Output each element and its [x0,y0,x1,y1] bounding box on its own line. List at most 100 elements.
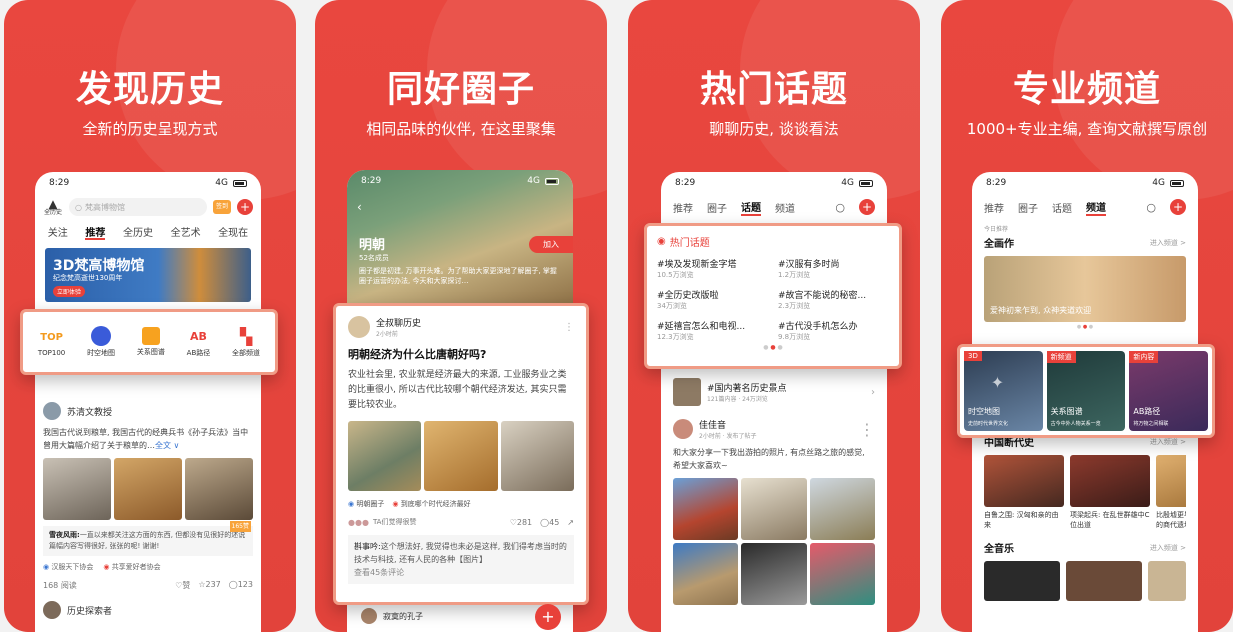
tab-now[interactable]: 全现在 [218,224,248,242]
tab-channels[interactable]: 频道 [1086,199,1106,216]
post-image[interactable] [809,478,875,540]
feature-card-graph[interactable]: 新频道 关系图谱 古今中外人物关系一览 [1046,351,1126,431]
post-image[interactable] [741,478,807,540]
tab-topics[interactable]: 话题 [741,199,761,216]
tab-recommend[interactable]: 推荐 [984,200,1004,215]
checkin-icon[interactable]: 签到 [213,200,231,214]
post-image[interactable] [673,478,739,540]
enter-channel-link[interactable]: 进入频道 > [1150,238,1186,248]
post-author[interactable]: 寂寞的孔子 [383,611,423,622]
share-icon[interactable]: ↗ [567,518,574,527]
post-author[interactable]: 佳佳音 [699,418,757,431]
avatar[interactable] [43,601,61,619]
avatar[interactable] [361,608,377,624]
app-logo[interactable]: ▲ 全历史 [43,198,63,216]
feature-card-abpath[interactable]: 新内容 AB路径 将万物之间相联 [1129,351,1209,431]
search-icon[interactable]: ○ [835,201,845,214]
post-image[interactable] [43,458,111,520]
expand-link[interactable]: 全文 ∨ [155,441,179,450]
banner-button[interactable]: 立即体验 [53,286,86,297]
topic-item[interactable]: #汉服有多时尚 1.2万浏览 [778,257,889,280]
battery-icon [859,179,873,187]
post-image[interactable] [809,543,875,605]
avatar[interactable] [43,402,61,420]
post-author[interactable]: 苏清文教授 [67,405,112,418]
tag-chip[interactable]: ◉ 汉服天下协会 [43,562,93,572]
topic-item[interactable]: #延禧宫怎么和电视... 12.3万浏览 [657,319,768,342]
join-button[interactable]: 加入 [529,236,573,253]
reply-text: 这个想法好, 我觉得也未必是这样, 我们得考虑当时的技术与科技, 还有人民的各种… [354,542,567,564]
tab-topics[interactable]: 话题 [1052,200,1072,215]
post-card[interactable]: 全叔聊历史 2小时前 ⋮ 明朝经济为什么比唐朝好吗? 农业社会里, 农业就是经济最… [333,303,589,605]
compose-button[interactable]: + [535,604,561,630]
shortcut-all[interactable]: ▚ 全部频道 [232,326,260,358]
avatar[interactable] [673,419,693,439]
tag-chip[interactable]: ◉ 共享爱好者协会 [103,562,160,572]
tab-circles[interactable]: 圈子 [1018,200,1038,215]
tab-recommend[interactable]: 推荐 [85,224,106,240]
thumb-image[interactable] [1148,561,1186,601]
tag-chip[interactable]: ◉ 明朝圈子 [348,499,384,509]
enter-channel-link[interactable]: 进入频道 > [1150,437,1186,447]
shortcut-graph[interactable]: 关系图谱 [137,327,165,357]
post-author[interactable]: 历史探索者 [67,604,112,617]
post-image[interactable] [348,421,422,491]
thumb-item[interactable]: 自鲁之围: 汉匈和亲的由来 [984,455,1064,530]
comment-button[interactable]: ◯123 [229,580,253,591]
post-image[interactable] [500,421,574,491]
post-image[interactable] [114,458,182,520]
topic-item[interactable]: #埃及发现新金字塔 10.5万浏览 [657,257,768,280]
network-label: 4G [1152,178,1165,188]
reply-box[interactable]: 斟事吟:这个想法好, 我觉得也未必是这样, 我们得考虑当时的技术与科技, 还有人… [348,535,574,584]
avatar[interactable] [348,316,370,338]
card-subtitle: 史前时代世界文化 [968,421,1009,427]
more-replies-link[interactable]: 查看45条评论 [354,566,568,579]
post-author[interactable]: 全叔聊历史 [376,316,421,329]
topic-item[interactable]: #故宫不能说的秘密... 2.3万浏览 [778,288,889,311]
post-image[interactable] [673,543,739,605]
topic-row[interactable]: #国内著名历史景点 121篇内容 · 24万浏览 › [661,378,887,406]
topic-item[interactable]: #全历史改版啦 34万浏览 [657,288,768,311]
back-icon[interactable]: ‹ [357,200,362,214]
shortcut-map[interactable]: 时空地图 [87,326,115,358]
tab-art[interactable]: 全艺术 [171,224,201,242]
search-icon[interactable]: ○ [1146,201,1156,214]
feature-card-map[interactable]: 3D ✦ 时空地图 史前时代世界文化 [964,351,1043,431]
tab-channels[interactable]: 频道 [775,200,795,215]
post-card[interactable]: 苏清文教授 我国古代说到粮草, 我国古代的经典兵书《孙子兵法》当中曾用大篇幅介绍… [35,402,261,619]
comment-box[interactable]: 雪夜风雨:一直以来都关注这方面的东西, 但都没有见很好的述说篇幅内容写得很好, … [43,521,253,556]
tab-recommend[interactable]: 推荐 [673,200,693,215]
banner-title: 3D梵高博物馆 [53,258,145,274]
liker-avatars[interactable]: ●●● [348,518,369,527]
banner[interactable]: 3D梵高博物馆 纪念梵高逝世130周年 立即体验 [45,248,251,302]
thumb-image[interactable] [984,561,1060,601]
like-button[interactable]: ♡赞 [175,580,190,591]
comment-button[interactable]: ◯45 [540,518,559,527]
thumb-item[interactable]: 项梁起兵: 在乱世群雄中C位出道 [1070,455,1150,530]
panel-subtitle: 相同品味的伙伴, 在这里聚集 [366,120,556,138]
thumb-image[interactable] [1066,561,1142,601]
tab-history[interactable]: 全历史 [123,224,153,242]
post-image[interactable] [424,421,498,491]
post-image[interactable] [185,458,253,520]
hero-image[interactable]: 爱神初来乍到, 众神夹道欢迎 [984,256,1186,322]
like-button[interactable]: ♡281 [510,518,532,527]
tag-chip[interactable]: ◉ 到底哪个时代经济最好 [392,499,470,509]
add-button[interactable]: + [859,199,875,215]
card-subtitle: 将万物之间相联 [1133,421,1169,427]
shortcut-top100[interactable]: TOP TOP100 [38,327,65,357]
more-icon[interactable]: ⋮ [859,420,875,439]
more-icon[interactable]: ⋮ [564,322,574,333]
post-image[interactable] [741,543,807,605]
topic-item[interactable]: #古代没手机怎么办 9.8万浏览 [778,319,889,342]
add-button[interactable]: + [1170,199,1186,215]
shortcut-abpath[interactable]: AB AB路径 [187,326,211,358]
search-input[interactable]: ○ 梵高博物馆 [69,198,207,216]
tab-circles[interactable]: 圈子 [707,200,727,215]
add-button[interactable]: + [237,199,253,215]
collect-button[interactable]: ☆237 [198,580,220,591]
tab-follow[interactable]: 关注 [48,224,68,242]
enter-channel-link[interactable]: 进入频道 > [1150,543,1186,553]
thumb-item[interactable]: 比殷墟更早的商代遗址 [1156,455,1186,530]
search-icon: ○ [75,202,82,212]
